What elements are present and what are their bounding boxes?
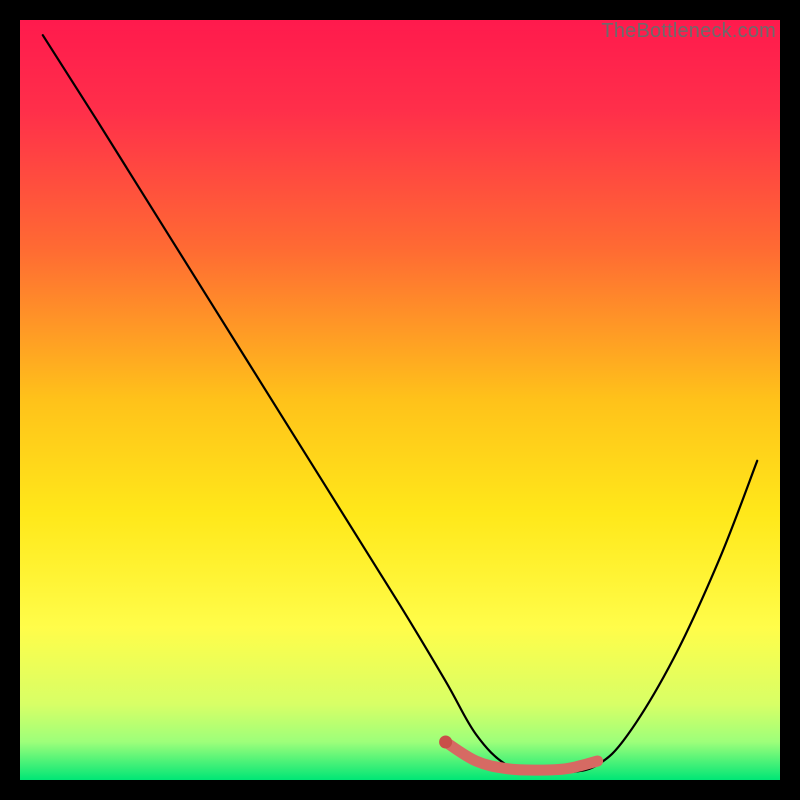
optimal-point-dot	[439, 736, 452, 749]
chart-frame: TheBottleneck.com	[20, 20, 780, 780]
chart-background	[20, 20, 780, 780]
watermark-text: TheBottleneck.com	[601, 20, 776, 43]
chart-plot-svg	[20, 20, 780, 780]
